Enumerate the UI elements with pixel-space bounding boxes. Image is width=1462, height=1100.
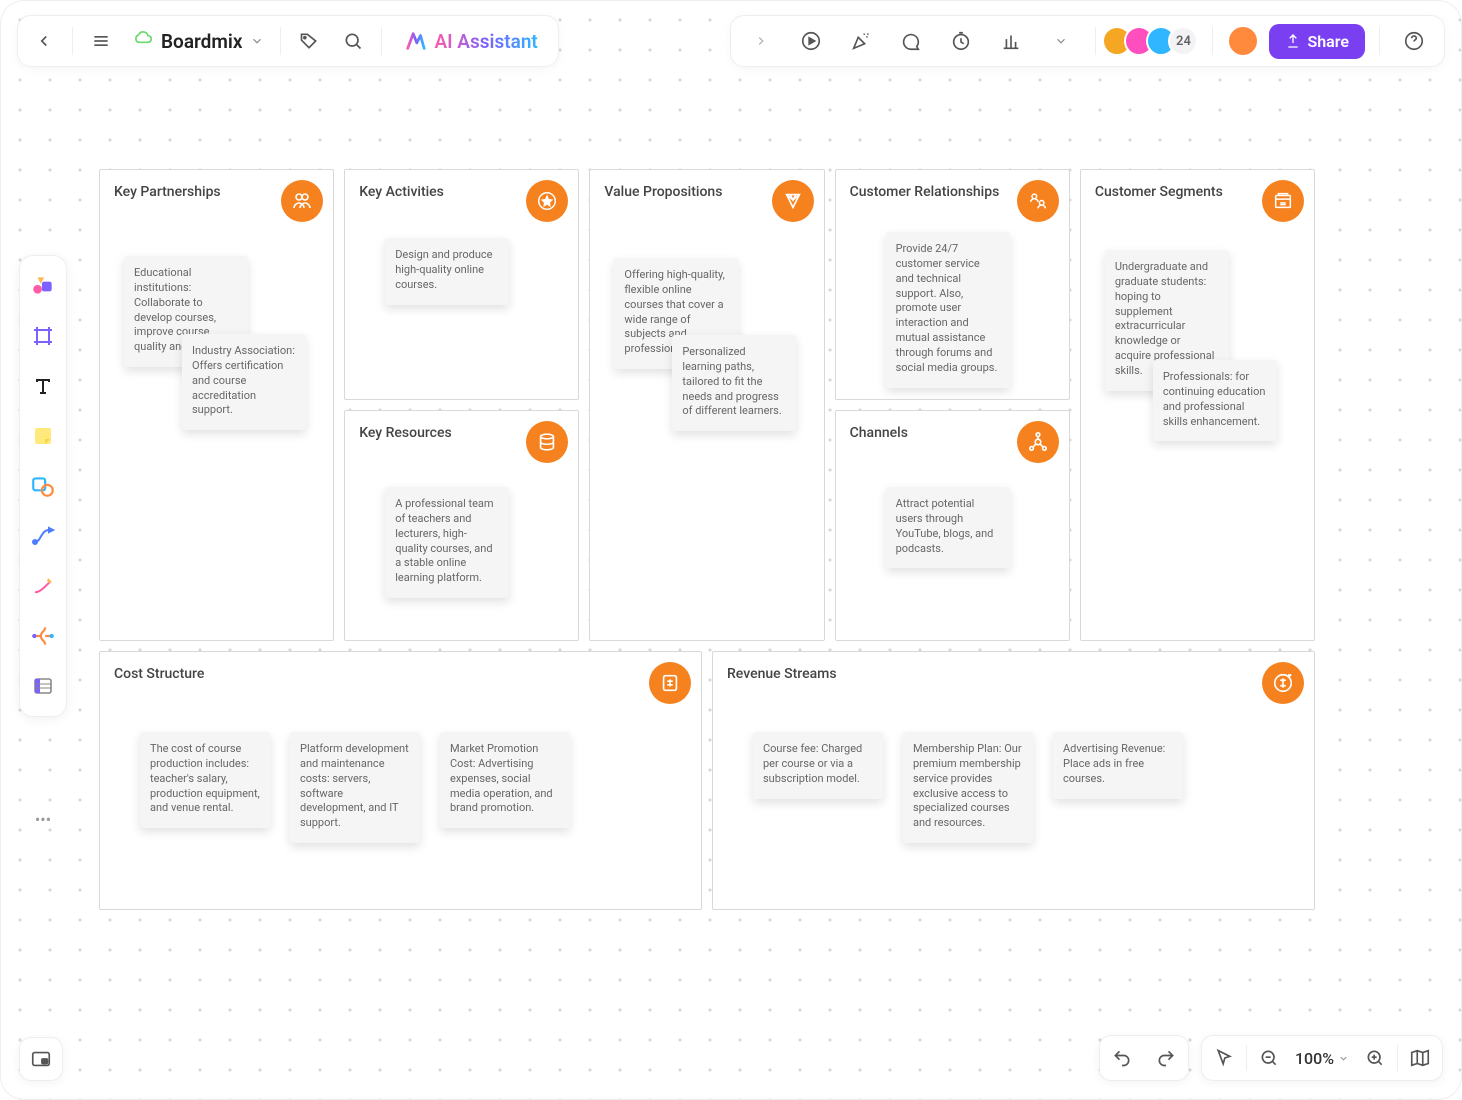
value-icon [772,180,814,222]
sticky-note[interactable]: Industry Association: Offers certificati… [182,334,306,430]
more-chevron-button[interactable] [1041,21,1081,61]
chevron-down-icon [250,34,264,48]
connector-tool[interactable] [23,512,63,560]
minimap-button[interactable] [19,1037,63,1081]
ai-logo-icon [404,30,426,52]
cost-icon [649,662,691,704]
sticky-note[interactable]: Provide 24/7 customer service and techni… [886,232,1010,388]
zoom-level-dropdown[interactable]: 100% [1291,1049,1353,1068]
relationships-icon [1017,180,1059,222]
sticky-note[interactable]: Professionals: for continuing education … [1153,360,1277,441]
play-button[interactable] [791,21,831,61]
shapes-tool[interactable] [23,262,63,310]
timer-button[interactable] [941,21,981,61]
ai-assistant-label: AI Assistant [434,30,537,53]
tag-button[interactable] [289,21,329,61]
cloud-icon [133,29,153,54]
share-button[interactable]: Share [1269,24,1365,59]
undo-button[interactable] [1100,1036,1144,1080]
comment-button[interactable] [891,21,931,61]
help-button[interactable] [1394,21,1434,61]
canvas-content[interactable]: Key Partnerships Educational institution… [99,169,1315,910]
redo-button[interactable] [1144,1036,1188,1080]
activities-icon [526,180,568,222]
sticky-note[interactable]: Platform development and maintenance cos… [290,732,420,843]
mindmap-tool[interactable] [23,612,63,660]
celebrate-button[interactable] [841,21,881,61]
sticky-note[interactable]: Course fee: Charged per course or via a … [753,732,883,799]
table-tool[interactable] [23,662,63,710]
partners-icon [281,180,323,222]
shape-primitive-tool[interactable] [23,462,63,510]
sticky-note[interactable]: Market Promotion Cost: Advertising expen… [440,732,570,828]
share-label: Share [1307,32,1349,51]
current-user-avatar[interactable] [1227,25,1259,57]
channels-icon [1017,421,1059,463]
zoom-value: 100% [1295,1049,1334,1068]
cell-customer-relationships[interactable]: Customer Relationships Provide 24/7 cust… [835,169,1070,400]
cell-channels[interactable]: Channels Attract potential users through… [835,410,1070,641]
search-button[interactable] [333,21,373,61]
more-tools-button[interactable]: ••• [19,799,67,839]
sticky-note[interactable]: The cost of course production includes: … [140,732,270,828]
frame-tool[interactable] [23,312,63,360]
text-tool[interactable] [23,362,63,410]
cell-key-resources[interactable]: Key Resources A professional team of tea… [344,410,579,641]
cell-key-partnerships[interactable]: Key Partnerships Educational institution… [99,169,334,641]
sticky-note[interactable]: A professional team of teachers and lect… [385,487,509,598]
back-button[interactable] [24,21,64,61]
cell-title: Cost Structure [114,666,687,682]
expand-button[interactable] [741,21,781,61]
ai-assistant-button[interactable]: AI Assistant [390,30,551,53]
chart-button[interactable] [991,21,1031,61]
sticky-note[interactable]: Advertising Revenue: Place ads in free c… [1053,732,1183,799]
cell-cost-structure[interactable]: Cost Structure The cost of course produc… [99,651,702,910]
top-left-toolbar: Boardmix AI Assistant [17,15,559,67]
top-right-toolbar: 24 Share [730,15,1445,67]
menu-button[interactable] [81,21,121,61]
segments-icon [1262,180,1304,222]
sticky-note[interactable]: Membership Plan: Our premium membership … [903,732,1033,843]
sticky-note[interactable]: Personalized learning paths, tailored to… [672,335,796,431]
share-icon [1285,33,1301,49]
cell-value-propositions[interactable]: Value Propositions Offering high-quality… [589,169,824,641]
zoom-out-button[interactable] [1247,1036,1291,1080]
cell-revenue-streams[interactable]: Revenue Streams Course fee: Charged per … [712,651,1315,910]
cell-customer-segments[interactable]: Customer Segments Undergraduate and grad… [1080,169,1315,641]
map-view-button[interactable] [1398,1036,1442,1080]
collaborator-avatars[interactable]: 24 [1110,26,1198,56]
sticky-note[interactable]: Attract potential users through YouTube,… [886,487,1010,568]
board-title-dropdown[interactable]: Boardmix [125,29,272,54]
cell-key-activities[interactable]: Key Activities Design and produce high-q… [344,169,579,400]
pen-tool[interactable] [23,562,63,610]
board-title: Boardmix [161,30,242,53]
resources-icon [526,421,568,463]
pointer-tool[interactable] [1202,1036,1246,1080]
cell-title: Revenue Streams [727,666,1300,682]
bottom-toolbar: 100% [1099,1035,1443,1081]
sticky-note-tool[interactable] [23,412,63,460]
revenue-icon [1262,662,1304,704]
zoom-in-button[interactable] [1353,1036,1397,1080]
chevron-down-icon [1338,1053,1349,1064]
avatar-count: 24 [1168,26,1198,56]
left-toolbar [19,255,67,717]
sticky-note[interactable]: Design and produce high-quality online c… [385,238,509,305]
